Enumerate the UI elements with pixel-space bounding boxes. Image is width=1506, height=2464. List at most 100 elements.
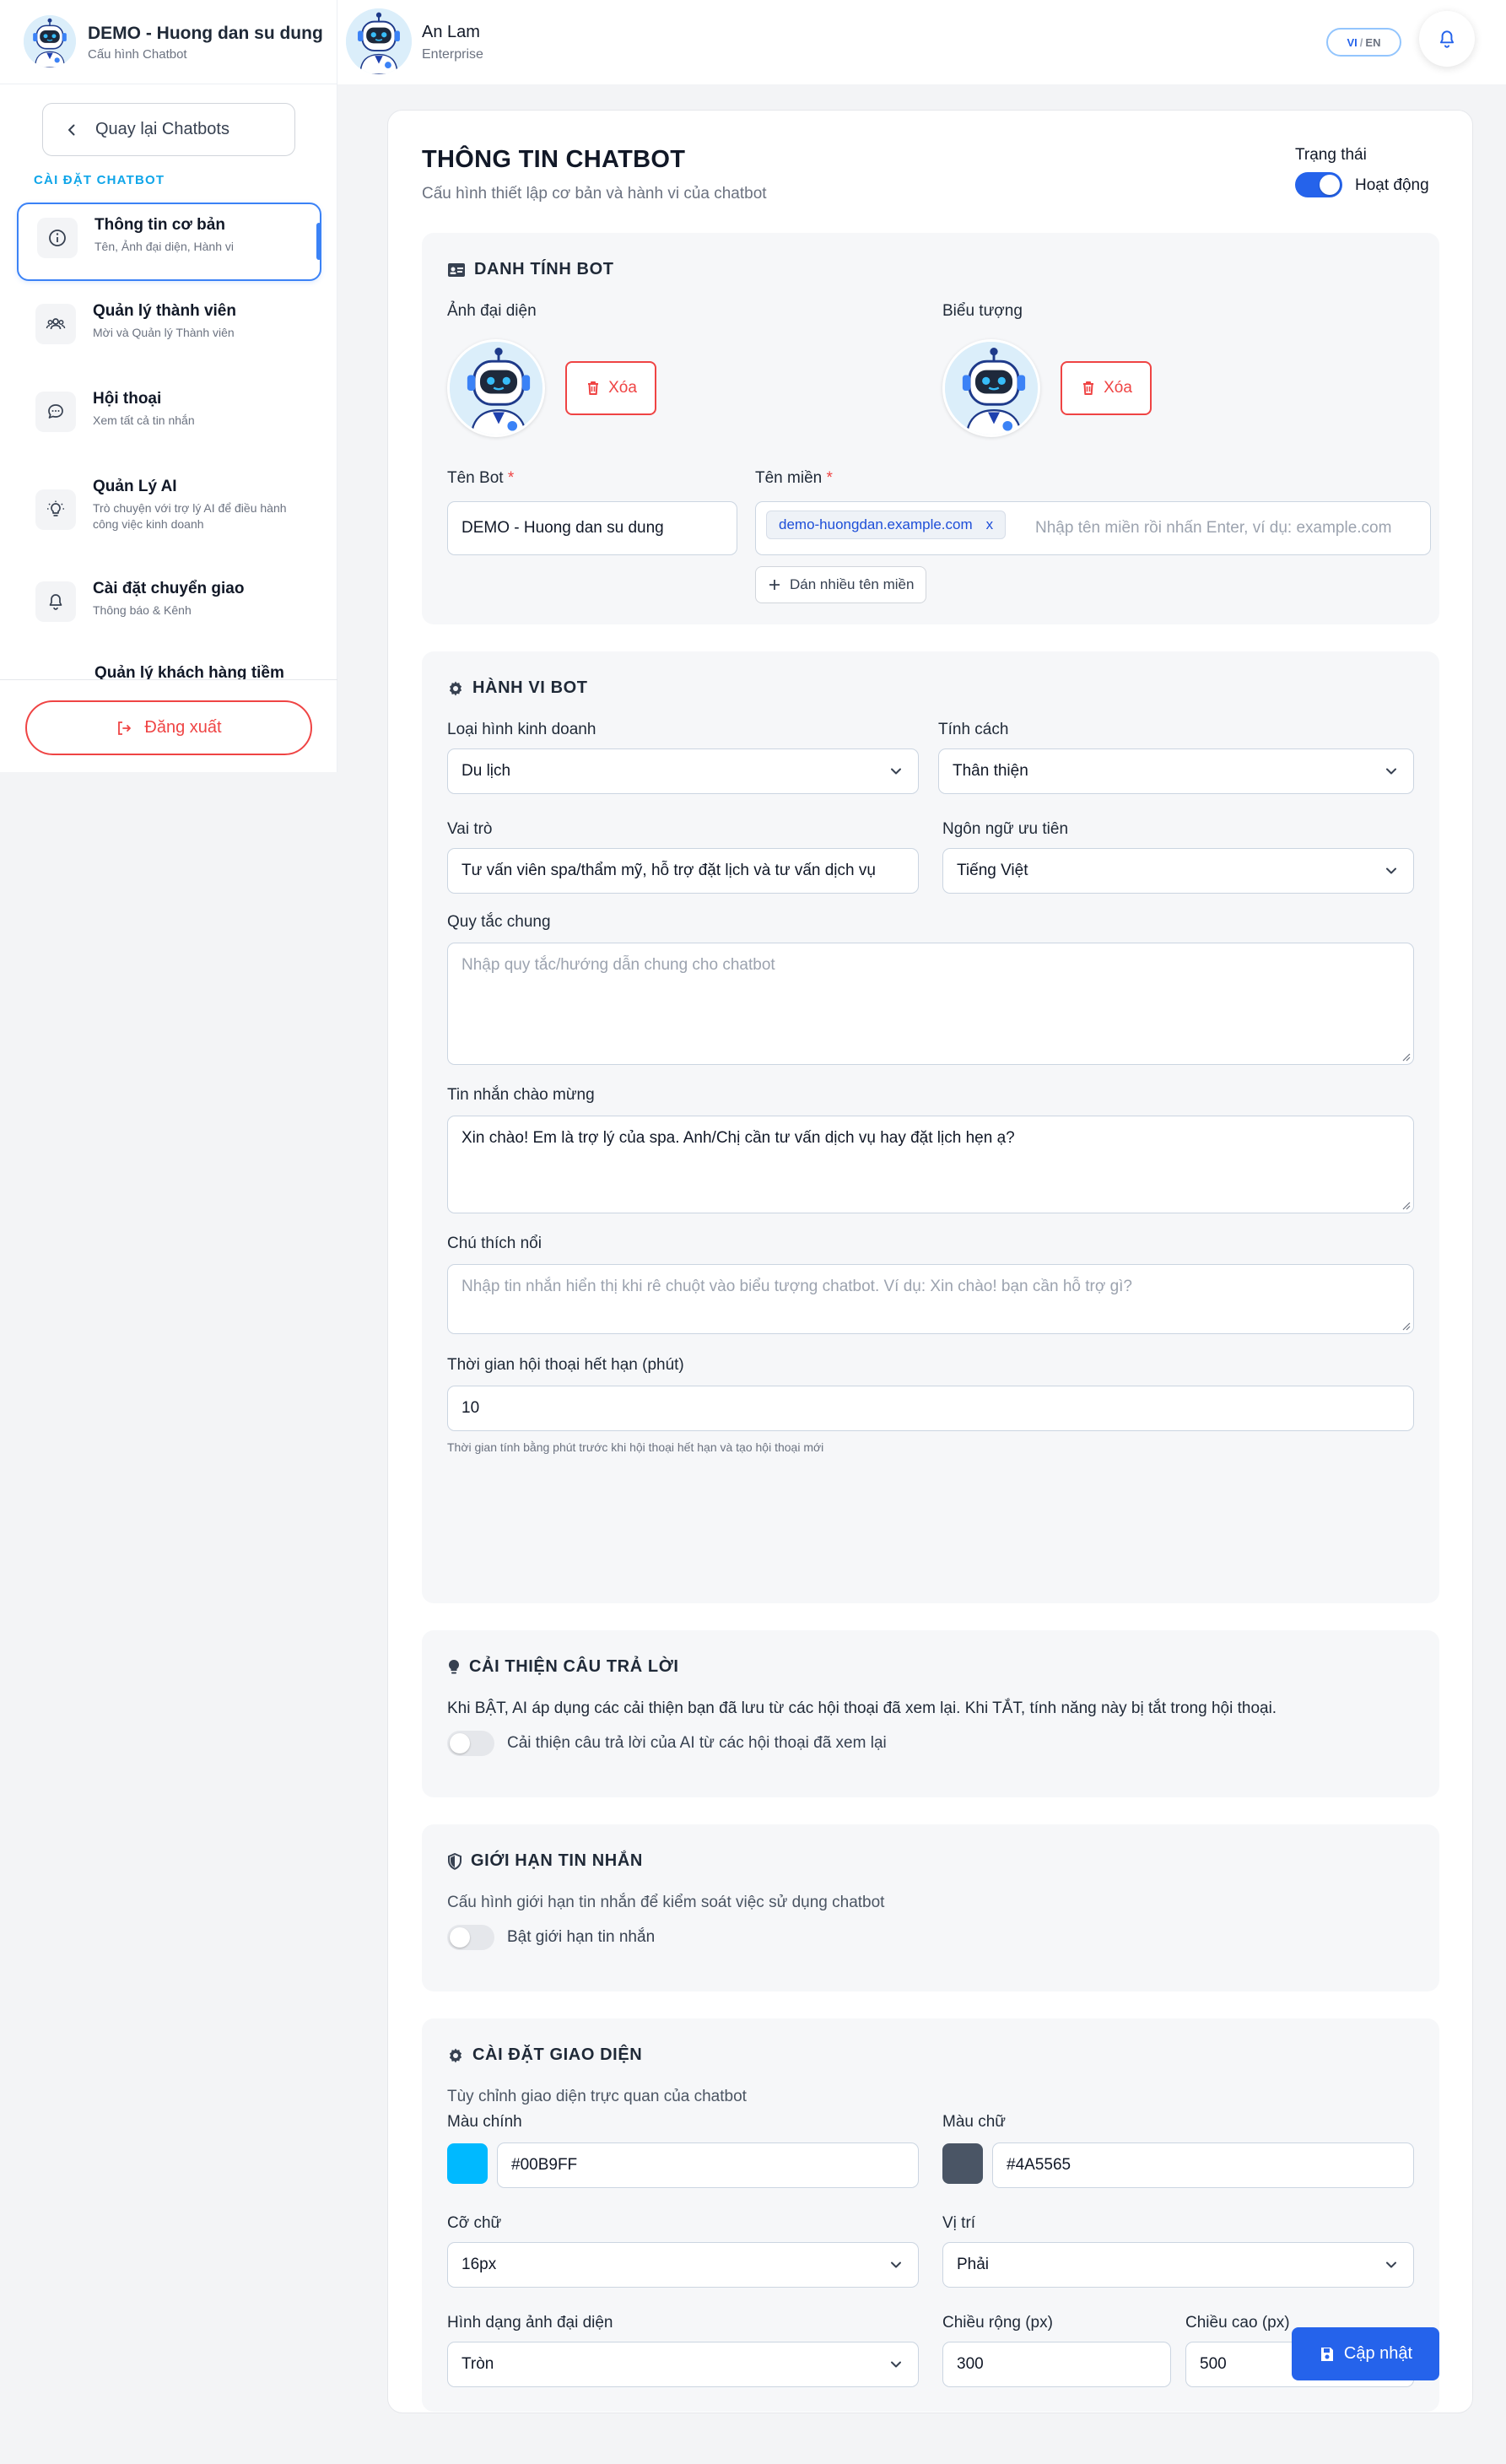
bell-icon — [1439, 30, 1455, 48]
role-label: Vai trò — [447, 820, 493, 838]
resize-handle-icon[interactable] — [1401, 1051, 1411, 1062]
update-label: Cập nhật — [1343, 2344, 1413, 2363]
section-title-text: CÀI ĐẶT GIAO DIỆN — [472, 2045, 643, 2064]
tooltip-textarea[interactable]: Nhập tin nhắn hiển thị khi rê chuột vào … — [447, 1264, 1414, 1334]
shield-icon — [448, 1852, 462, 1870]
sidebar-item-handover-settings[interactable]: Cài đặt chuyển giao Thông báo & Kênh — [17, 568, 321, 646]
improve-toggle[interactable] — [447, 1731, 494, 1756]
nav-title: Hội thoại — [93, 390, 162, 408]
back-to-chatbots-button[interactable]: Quay lại Chatbots — [42, 103, 295, 156]
appearance-card: CÀI ĐẶT GIAO DIỆN Tùy chỉnh giao diện tr… — [422, 2018, 1439, 2412]
domain-input[interactable]: demo-huongdan.example.com x Nhập tên miề… — [755, 501, 1431, 555]
sidebar-item-members[interactable]: Quản lý thành viên Mời và Quản lý Thành v… — [17, 290, 321, 369]
logout-button[interactable]: Đăng xuất — [25, 700, 312, 755]
chevron-down-icon — [1383, 2256, 1400, 2273]
topbar: An Lam Enterprise VI / EN — [337, 0, 1506, 84]
user-avatar[interactable] — [346, 8, 412, 74]
select-value: Thân thiện — [953, 762, 1028, 780]
sidebar-item-conversations[interactable]: Hội thoại Xem tất cả tin nhắn — [17, 378, 321, 457]
role-input[interactable]: Tư vấn viên spa/thẩm mỹ, hỗ trợ đặt lịch… — [447, 848, 919, 894]
delete-icon-button[interactable]: Xóa — [1061, 361, 1152, 415]
avatar-image[interactable] — [447, 339, 545, 437]
sidebar-item-ai-manager[interactable]: Quản Lý AI Trò chuyện với trợ lý AI để đi… — [17, 466, 321, 559]
language-select[interactable]: Tiếng Việt — [942, 848, 1414, 894]
text-color-swatch[interactable] — [942, 2143, 983, 2184]
business-type-select[interactable]: Du lịch — [447, 748, 919, 794]
notifications-button[interactable] — [1419, 11, 1475, 67]
status-label: Trạng thái — [1295, 146, 1367, 164]
update-button[interactable]: Cập nhật — [1292, 2327, 1439, 2380]
back-label: Quay lại Chatbots — [95, 120, 229, 138]
limit-card: GIỚI HẠN TIN NHẮN Cấu hình giới hạn tin … — [422, 1824, 1439, 1991]
nav-title: Quản lý thành viên — [93, 302, 236, 320]
lang-separator: / — [1359, 35, 1363, 49]
sidebar-divider — [0, 679, 337, 680]
language-switcher[interactable]: VI / EN — [1326, 28, 1401, 57]
delete-label: Xóa — [608, 379, 637, 397]
nav-title: Cài đặt chuyển giao — [93, 580, 245, 597]
timeout-input[interactable]: 10 — [447, 1386, 1414, 1431]
width-label: Chiều rộng (px) — [942, 2314, 1053, 2332]
font-size-select[interactable]: 16px — [447, 2242, 919, 2288]
main-panel: THÔNG TIN CHATBOT Cấu hình thiết lập cơ … — [387, 110, 1473, 2413]
personality-select[interactable]: Thân thiện — [938, 748, 1414, 794]
chevron-down-icon — [1383, 763, 1400, 780]
delete-label: Xóa — [1104, 379, 1132, 397]
remove-domain-button[interactable]: x — [986, 516, 994, 533]
sidebar-item-basic-info[interactable]: Thông tin cơ bản Tên, Ảnh đại diện, Hành … — [17, 203, 321, 281]
text-color-input[interactable]: #4A5565 — [992, 2142, 1414, 2188]
plus-icon — [769, 580, 780, 590]
welcome-textarea[interactable]: Xin chào! Em là trợ lý của spa. Anh/Chị … — [447, 1116, 1414, 1213]
section-title-text: CẢI THIỆN CÂU TRẢ LỜI — [469, 1657, 679, 1676]
sidebar-header: DEMO - Huong dan su dung Cấu hình Chatbo… — [0, 0, 337, 84]
trash-icon — [1080, 380, 1097, 397]
chevron-down-icon — [888, 763, 904, 780]
icon-label: Biểu tượng — [942, 302, 1023, 320]
logout-label: Đăng xuất — [144, 718, 222, 737]
nav-title: Quản Lý AI — [93, 478, 177, 495]
chevron-down-icon — [888, 2256, 904, 2273]
rules-textarea[interactable]: Nhập quy tắc/hướng dẫn chung cho chatbot — [447, 943, 1414, 1065]
status-toggle[interactable] — [1295, 172, 1342, 197]
personality-label: Tính cách — [938, 721, 1009, 738]
nav-subtitle: Mời và Quản lý Thành viên — [93, 326, 235, 339]
avatar-label: Ảnh đại diện — [447, 302, 537, 320]
bot-name-input[interactable]: DEMO - Huong dan su dung — [447, 501, 737, 555]
nav-title: Thông tin cơ bản — [94, 216, 225, 234]
primary-color-input[interactable]: #00B9FF — [497, 2142, 919, 2188]
limit-toggle-label: Bật giới hạn tin nhắn — [507, 1928, 656, 1946]
sidebar: DEMO - Huong dan su dung Cấu hình Chatbo… — [0, 0, 337, 772]
page-subtitle: Cấu hình thiết lập cơ bản và hành vi của… — [422, 185, 767, 203]
limit-title: GIỚI HẠN TIN NHẮN — [447, 1851, 643, 1871]
position-select[interactable]: Phải — [942, 2242, 1414, 2288]
nav-title: Quản lý khách hàng tiềm — [94, 664, 284, 679]
resize-handle-icon[interactable] — [1401, 1321, 1411, 1331]
avatar-shape-select[interactable]: Tròn — [447, 2342, 919, 2387]
select-value: Du lịch — [462, 762, 511, 780]
limit-description: Cấu hình giới hạn tin nhắn để kiểm soát … — [447, 1894, 885, 1911]
chat-icon — [35, 392, 76, 432]
appearance-description: Tùy chỉnh giao diện trực quan của chatbo… — [447, 2088, 747, 2105]
gear-icon — [447, 680, 464, 697]
sidebar-item-leads[interactable]: Quản lý khách hàng tiềm — [17, 657, 321, 679]
sidebar-section-title: CÀI ĐẶT CHATBOT — [34, 173, 165, 187]
delete-avatar-button[interactable]: Xóa — [565, 361, 656, 415]
domain-placeholder: Nhập tên miền rồi nhấn Enter, ví dụ: exa… — [1035, 519, 1392, 537]
lang-vi[interactable]: VI — [1347, 36, 1358, 49]
section-title-text: HÀNH VI BOT — [472, 678, 588, 697]
improve-toggle-label: Cải thiện câu trả lời của AI từ các hội … — [507, 1734, 887, 1752]
width-input[interactable]: 300 — [942, 2342, 1171, 2387]
limit-toggle[interactable] — [447, 1925, 494, 1950]
icon-image[interactable] — [942, 339, 1040, 437]
improve-card: CẢI THIỆN CÂU TRẢ LỜI Khi BẬT, AI áp dụn… — [422, 1630, 1439, 1797]
business-type-label: Loại hình kinh doanh — [447, 721, 596, 738]
domain-chip-text: demo-huongdan.example.com — [779, 516, 973, 532]
paste-domains-button[interactable]: Dán nhiều tên miền — [755, 566, 927, 603]
logout-icon — [118, 721, 132, 735]
primary-color-swatch[interactable] — [447, 2143, 488, 2184]
rules-label: Quy tắc chung — [447, 913, 551, 931]
resize-handle-icon[interactable] — [1401, 1200, 1411, 1210]
page-title: THÔNG TIN CHATBOT — [422, 146, 686, 173]
lang-en[interactable]: EN — [1365, 36, 1380, 49]
font-size-label: Cỡ chữ — [447, 2214, 502, 2232]
